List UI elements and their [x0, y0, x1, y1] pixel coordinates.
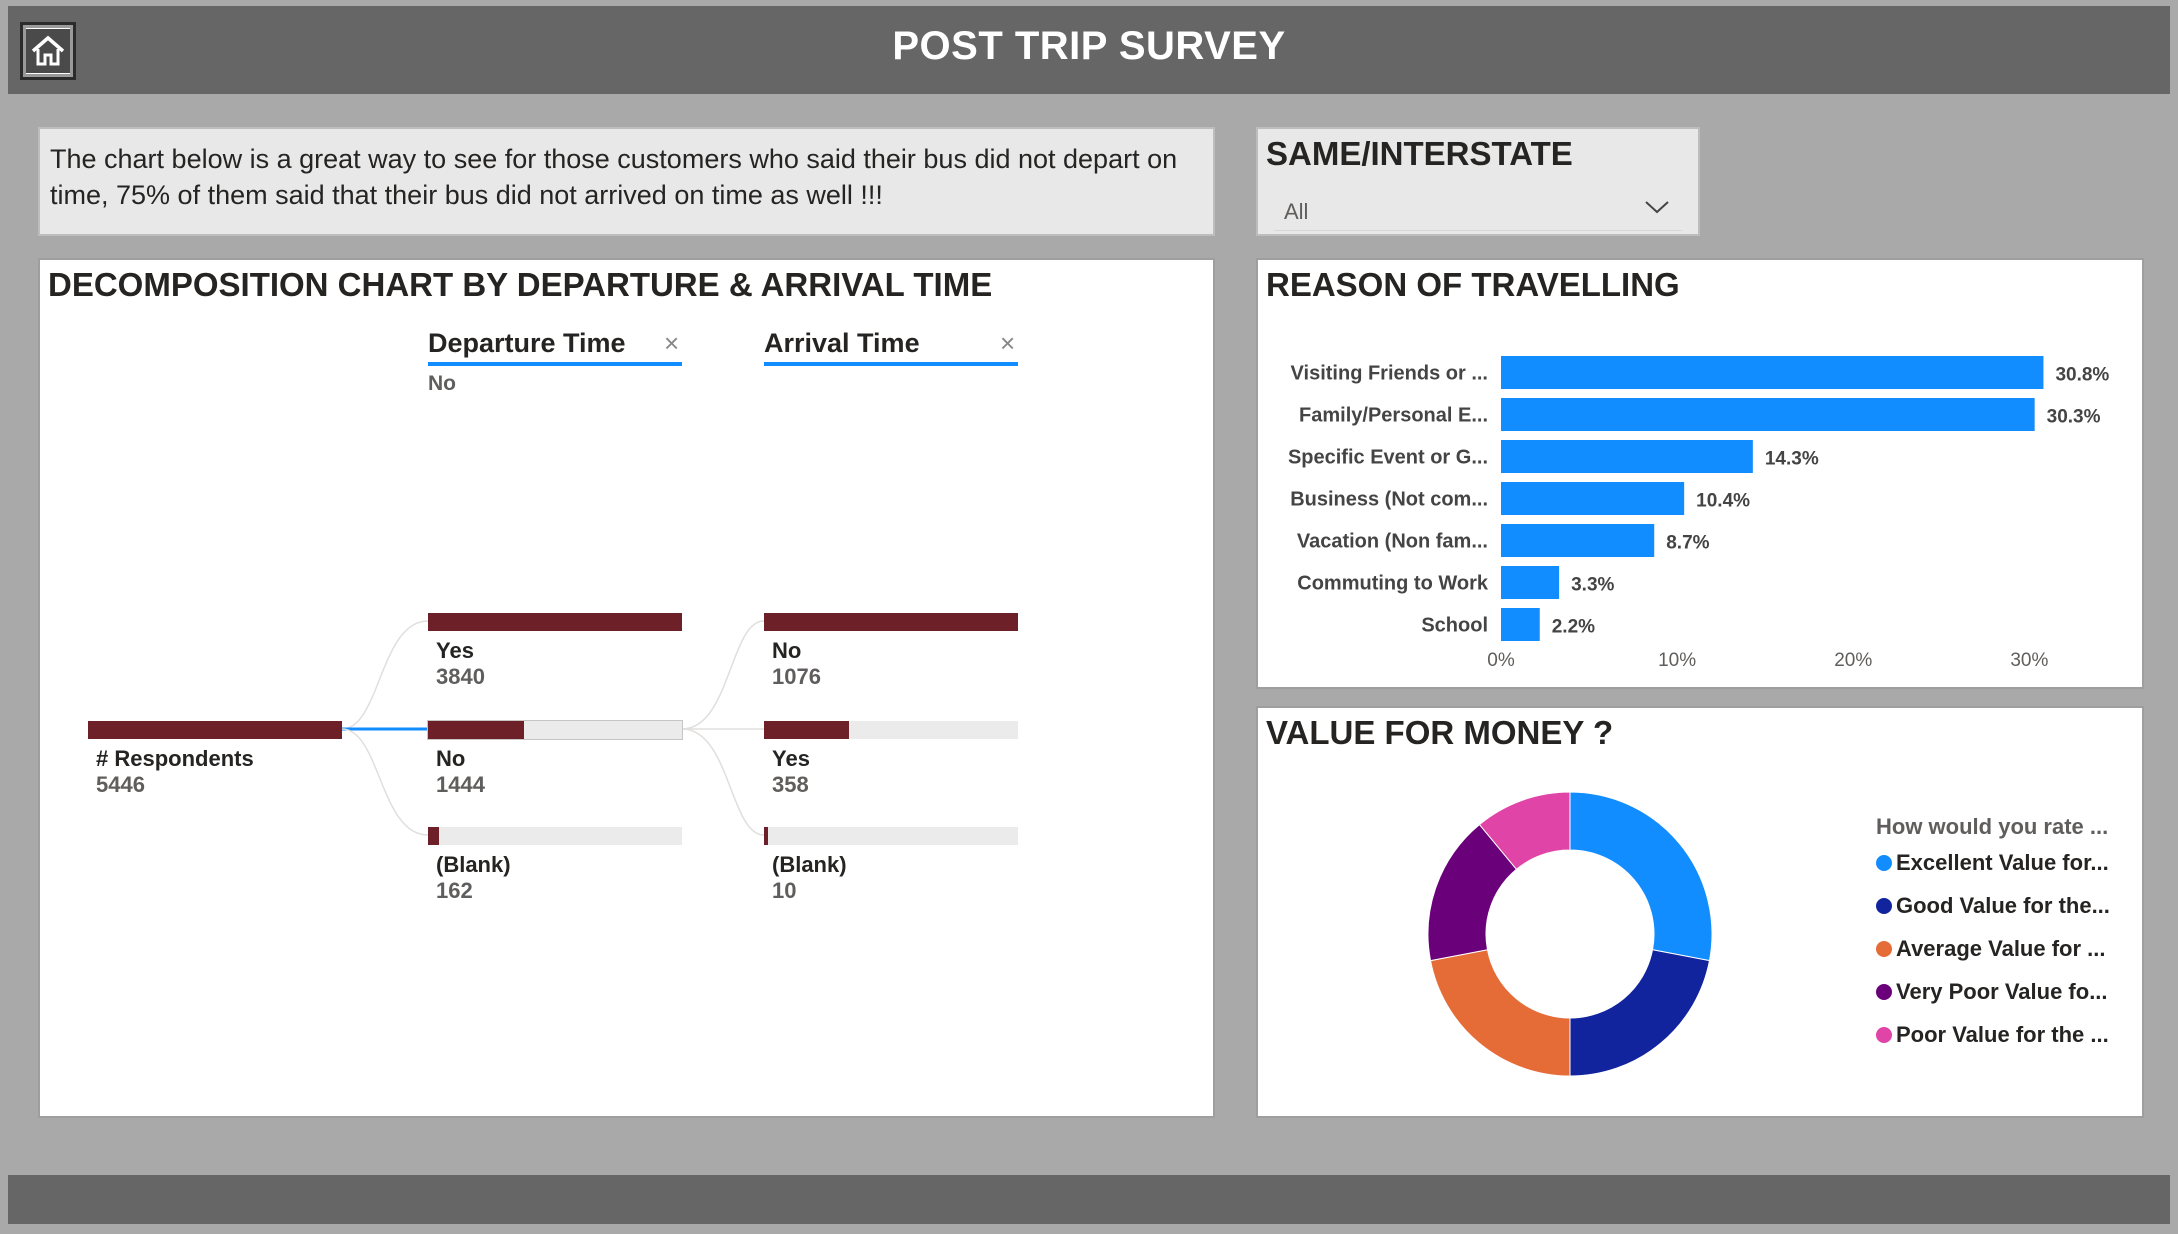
- slicer-selected-value: All: [1284, 199, 1309, 224]
- bar[interactable]: [1501, 524, 1655, 557]
- connector-l1-yes: [341, 620, 429, 730]
- l2-node-0-bar-fill: [764, 613, 1018, 631]
- legend-item[interactable]: Good Value for the...: [1876, 893, 2110, 919]
- value-panel: VALUE FOR MONEY ? How would you rate ...…: [1256, 706, 2144, 1118]
- x-axis-tick: 20%: [1834, 650, 1872, 671]
- decomposition-connectors: [341, 620, 765, 836]
- l2-node-2-label: (Blank): [772, 852, 847, 877]
- bar-category-label: Visiting Friends or ...: [1291, 363, 1488, 385]
- legend-item[interactable]: Very Poor Value fo...: [1876, 979, 2108, 1005]
- connector-l1-blank: [341, 728, 429, 836]
- bar-category-label: School: [1421, 615, 1488, 637]
- l2-node-2-bar-fill: [764, 827, 768, 845]
- bar-category-label: Specific Event or G...: [1288, 447, 1488, 469]
- reason-bar-chart: Visiting Friends or ... 30.8% Family/Perso…: [1288, 356, 2109, 671]
- legend-dot-icon: [1876, 941, 1892, 957]
- l2-node-2-value: 10: [772, 878, 797, 903]
- l2-node-1-label: Yes: [772, 746, 810, 771]
- bar-category-label: Vacation (Non fam...: [1297, 531, 1488, 553]
- reason-panel: REASON OF TRAVELLING Visiting Friends or…: [1256, 258, 2144, 689]
- l2-node-0-label: No: [772, 638, 802, 663]
- l2-node-0-bar-track[interactable]: [764, 613, 1018, 631]
- same-interstate-slicer: SAME/INTERSTATE All: [1256, 127, 1700, 236]
- legend-label: Good Value for the...: [1896, 893, 2110, 918]
- donut-slice[interactable]: [1569, 791, 1713, 962]
- bar-data-label: 2.2%: [1552, 617, 1595, 638]
- legend-label: Average Value for ...: [1896, 936, 2106, 961]
- x-axis-tick: 30%: [2010, 650, 2048, 671]
- bar-data-label: 8.7%: [1666, 533, 1709, 554]
- l1-node-0-label: Yes: [436, 638, 474, 663]
- l1-node-1-bar-fill: [428, 721, 524, 739]
- legend-item[interactable]: Average Value for ...: [1876, 936, 2106, 962]
- l2-node-1-bar-track[interactable]: [764, 721, 1018, 739]
- bar[interactable]: [1501, 398, 2035, 431]
- l2-node-1-bar-fill: [764, 721, 849, 739]
- slicer-dropdown[interactable]: All: [1274, 191, 1682, 231]
- l1-node-2-bar-track[interactable]: [428, 827, 682, 845]
- l2-node-1-value: 358: [772, 772, 809, 797]
- bar-category-label: Business (Not com...: [1290, 489, 1488, 511]
- bar-category-label: Commuting to Work: [1297, 573, 1489, 595]
- info-text: The chart below is a great way to see fo…: [50, 144, 1178, 210]
- legend-title: How would you rate ...: [1876, 814, 2109, 839]
- legend-item[interactable]: Poor Value for the ...: [1876, 1022, 2109, 1048]
- bar-data-label: 30.3%: [2047, 407, 2101, 428]
- bar-data-label: 14.3%: [1765, 449, 1819, 470]
- bar-data-label: 30.8%: [2055, 365, 2109, 386]
- l1-node-1-value: 1444: [436, 772, 485, 797]
- bar-category-label: Family/Personal E...: [1299, 405, 1488, 427]
- l1-node-0-bar-track[interactable]: [428, 613, 682, 631]
- bar[interactable]: [1501, 440, 1753, 473]
- root-node-bar-track[interactable]: [88, 721, 342, 739]
- bar[interactable]: [1501, 356, 2044, 389]
- root-node-bar-fill: [88, 721, 342, 739]
- bar[interactable]: [1501, 566, 1560, 599]
- connector-l2-blank: [681, 728, 765, 836]
- x-axis-tick: 10%: [1658, 650, 1696, 671]
- l1-node-0-bar-fill: [428, 613, 682, 631]
- bar[interactable]: [1501, 482, 1685, 515]
- l1-node-2-bar-fill: [428, 827, 439, 845]
- info-text-card: The chart below is a great way to see fo…: [38, 127, 1215, 236]
- legend-label: Very Poor Value fo...: [1896, 979, 2108, 1004]
- slicer-title: SAME/INTERSTATE: [1266, 135, 1573, 172]
- l2-node-0-value: 1076: [772, 664, 821, 689]
- legend-dot-icon: [1876, 984, 1892, 1000]
- x-axis-tick: 0%: [1487, 650, 1515, 671]
- root-node-label: # Respondents: [96, 746, 254, 771]
- donut-slice[interactable]: [1429, 949, 1571, 1077]
- bar-data-label: 3.3%: [1571, 575, 1614, 596]
- legend-dot-icon: [1876, 898, 1892, 914]
- l2-node-2-bar-track[interactable]: [764, 827, 1018, 845]
- bar-data-label: 10.4%: [1696, 491, 1750, 512]
- legend-label: Excellent Value for...: [1896, 850, 2109, 875]
- donut-slice[interactable]: [1569, 949, 1711, 1077]
- footer-bar: [8, 1175, 2170, 1224]
- l1-node-1-bar-track[interactable]: [427, 720, 683, 740]
- connector-l2-no: [681, 620, 765, 730]
- decomposition-panel: DECOMPOSITION CHART BY DEPARTURE & ARRIV…: [38, 258, 1215, 1118]
- legend-item[interactable]: Excellent Value for...: [1876, 850, 2109, 876]
- l1-node-2-label: (Blank): [436, 852, 511, 877]
- l1-node-2-value: 162: [436, 878, 473, 903]
- bar[interactable]: [1501, 608, 1540, 641]
- l1-node-0-value: 3840: [436, 664, 485, 689]
- chevron-down-icon: [1644, 197, 1670, 223]
- page-title: POST TRIP SURVEY: [892, 24, 1286, 68]
- legend-dot-icon: [1876, 1027, 1892, 1043]
- legend-label: Poor Value for the ...: [1896, 1022, 2109, 1047]
- legend-dot-icon: [1876, 855, 1892, 871]
- header-bar: POST TRIP SURVEY: [8, 6, 2170, 94]
- l1-node-1-label: No: [436, 746, 466, 771]
- root-node-value: 5446: [96, 772, 145, 797]
